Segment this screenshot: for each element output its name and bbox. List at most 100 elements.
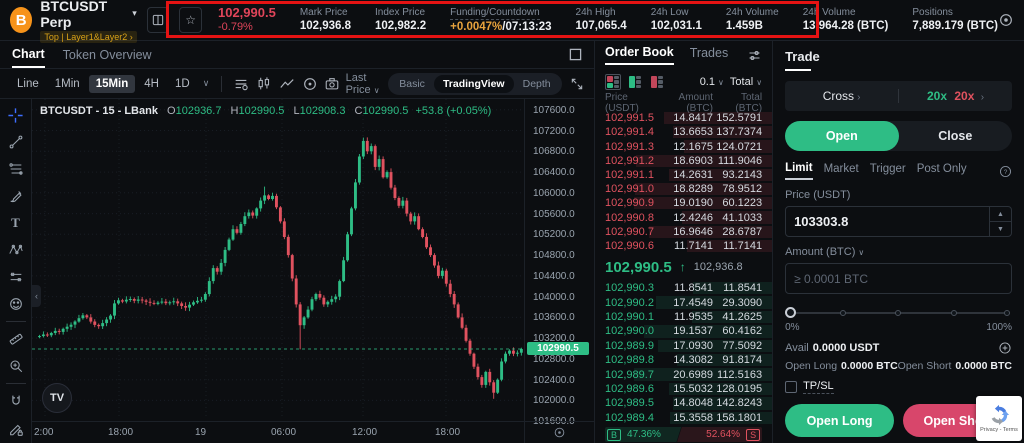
orderbook-ask-row[interactable]: 102,991.1 14.2631 93.2143: [595, 168, 773, 182]
emoji-tool[interactable]: [5, 294, 27, 314]
drawing-lock-icon[interactable]: [5, 419, 27, 439]
orderbook-bid-row[interactable]: 102,989.5 14.8048 142.8243: [595, 396, 773, 410]
amount-field-label[interactable]: Amount (BTC) ∨: [785, 246, 1012, 258]
help-button[interactable]: ?: [999, 165, 1012, 178]
slider-dot[interactable]: [895, 310, 902, 316]
slider-dot[interactable]: [839, 310, 846, 316]
amount-input[interactable]: [786, 264, 1011, 293]
layout-both-icon[interactable]: [605, 74, 621, 90]
tab-token-overview[interactable]: Token Overview: [63, 41, 152, 68]
line-compare-icon[interactable]: [277, 73, 296, 95]
symbol-block[interactable]: BTCUSDT Perp ▾ Top | Layer1&Layer2 ›: [40, 0, 137, 43]
favorite-button[interactable]: ☆: [179, 7, 202, 33]
leverage-selector[interactable]: 20x 20x ›: [899, 89, 1012, 103]
orderbook-ask-row[interactable]: 102,991.5 14.8417 152.5791: [595, 111, 773, 125]
layout-bids-icon[interactable]: [627, 74, 643, 90]
step-down-button[interactable]: ▼: [990, 222, 1011, 236]
interval-1d[interactable]: 1D: [168, 75, 197, 93]
orderbook-bid-row[interactable]: 102,990.0 19.1537 60.4162: [595, 324, 773, 338]
interval-caret-icon[interactable]: ∨: [201, 78, 212, 89]
recaptcha-badge[interactable]: Privacy - Terms: [976, 396, 1022, 441]
open-long-button[interactable]: Open Long: [785, 404, 895, 437]
text-tool[interactable]: T: [5, 213, 27, 233]
indicators-icon[interactable]: [232, 73, 251, 95]
interval-1min[interactable]: 1Min: [48, 75, 87, 93]
open-long-capacity: Open Long 0.0000 BTC: [785, 360, 898, 372]
time-axis[interactable]: 2:00 18:00 19 06:00 12:00 18:00: [32, 421, 524, 443]
symbol-tag[interactable]: Top | Layer1&Layer2 ›: [40, 30, 137, 43]
slider-dot[interactable]: [1004, 310, 1010, 316]
open-tab[interactable]: Open: [785, 121, 899, 151]
replay-icon[interactable]: [300, 73, 319, 95]
order-type-trigger[interactable]: Trigger: [870, 163, 906, 179]
step-up-button[interactable]: ▲: [990, 207, 1011, 222]
orderbook-toggle-button[interactable]: [146, 7, 170, 33]
candle-style-icon[interactable]: [255, 73, 274, 95]
symbol-caret-icon[interactable]: ▾: [132, 8, 137, 19]
layout-asks-icon[interactable]: [649, 74, 665, 90]
orderbook-ask-row[interactable]: 102,991.4 13.6653 137.7374: [595, 125, 773, 139]
order-type-market[interactable]: Market: [824, 163, 859, 179]
trendline-tool[interactable]: [5, 132, 27, 152]
tpsl-row[interactable]: TP/SL: [785, 380, 1012, 394]
zoom-in-tool[interactable]: [5, 356, 27, 376]
brush-tool[interactable]: [5, 186, 27, 206]
measure-tool[interactable]: [5, 329, 27, 349]
close-tab[interactable]: Close: [899, 121, 1012, 151]
mode-depth[interactable]: Depth: [514, 75, 560, 93]
mode-basic[interactable]: Basic: [390, 75, 434, 93]
crosshair-tool[interactable]: [5, 105, 27, 125]
price-input[interactable]: [786, 207, 989, 236]
slider-handle[interactable]: [785, 307, 797, 318]
price-axis[interactable]: 107600.0 107200.0 106800.0 106400.0 106000.0…: [524, 99, 594, 427]
orderbook-bid-row[interactable]: 102,989.4 15.3558 158.1801: [595, 411, 773, 425]
orderbook-tab-trades[interactable]: Trades: [690, 46, 728, 64]
orderbook-bid-row[interactable]: 102,989.7 20.6989 112.5163: [595, 367, 773, 381]
orderbook-bid-row[interactable]: 102,989.6 15.5032 128.0195: [595, 382, 773, 396]
axis-settings-button[interactable]: [524, 421, 594, 443]
orderbook-ask-row[interactable]: 102,991.3 12.1675 124.0721: [595, 139, 773, 153]
orderbook-ask-row[interactable]: 102,990.6 11.7141 11.7141: [595, 239, 773, 253]
fullscreen-icon[interactable]: [570, 73, 584, 95]
slider-dot[interactable]: [950, 310, 957, 316]
orderbook-ask-row[interactable]: 102,991.0 18.8289 78.9512: [595, 182, 773, 196]
chart-canvas[interactable]: BTCUSDT - 15 - LBank O102936.7 H102990.5…: [32, 99, 525, 421]
price-source-dropdown[interactable]: Last Price ∨: [346, 72, 381, 96]
mid-last-price[interactable]: 102,990.5: [605, 259, 672, 276]
position-tool[interactable]: [5, 267, 27, 287]
orderbook-bid-row[interactable]: 102,989.9 17.0930 77.5092: [595, 339, 773, 353]
order-type-limit[interactable]: Limit: [785, 162, 813, 180]
interval-15min[interactable]: 15Min: [88, 74, 136, 93]
orderbook-bid-row[interactable]: 102,989.8 14.3082 91.8174: [595, 353, 773, 367]
margin-mode-selector[interactable]: Cross ›: [785, 89, 898, 103]
camera-icon[interactable]: [323, 73, 342, 95]
interval-line[interactable]: Line: [10, 75, 46, 93]
amount-slider[interactable]: [785, 307, 1012, 319]
tradingview-logo[interactable]: TV: [42, 383, 72, 413]
tab-chart[interactable]: Chart: [12, 41, 45, 68]
tpsl-checkbox[interactable]: [785, 381, 798, 393]
chart-expand-button[interactable]: [569, 48, 582, 61]
orderbook-ask-row[interactable]: 102,990.8 12.4246 41.1033: [595, 210, 773, 224]
fib-lines-tool[interactable]: [5, 159, 27, 179]
interval-4h[interactable]: 4H: [137, 75, 166, 93]
orderbook-ask-row[interactable]: 102,991.2 18.6903 111.9046: [595, 154, 773, 168]
collapse-arrow[interactable]: ‹: [32, 285, 41, 307]
display-mode-dropdown[interactable]: Total ∨: [730, 76, 762, 88]
orderbook-bid-row[interactable]: 102,990.1 11.9535 41.2625: [595, 310, 773, 324]
orderbook-tab-order-book[interactable]: Order Book: [605, 45, 674, 65]
orderbook-filter-icon[interactable]: [747, 48, 762, 63]
magnet-tool[interactable]: [5, 391, 27, 411]
precision-dropdown[interactable]: 0.1 ∨: [700, 76, 724, 88]
header-settings-button[interactable]: [998, 12, 1014, 28]
orderbook-ask-row[interactable]: 102,990.9 19.0190 60.1223: [595, 196, 773, 210]
symbol-name[interactable]: BTCUSDT Perp: [40, 0, 128, 30]
deposit-button[interactable]: [998, 341, 1012, 355]
mode-tradingview[interactable]: TradingView: [433, 74, 514, 93]
orderbook-bid-row[interactable]: 102,990.3 11.8541 11.8541: [595, 281, 773, 295]
orderbook-ask-row[interactable]: 102,990.7 16.9646 28.6787: [595, 225, 773, 239]
pattern-tool[interactable]: [5, 240, 27, 260]
orderbook-bid-row[interactable]: 102,990.2 17.4549 29.3090: [595, 295, 773, 309]
order-type-post-only[interactable]: Post Only: [917, 163, 967, 179]
orderbook-mid[interactable]: 102,990.5 ↑ 102,936.8: [595, 253, 772, 281]
